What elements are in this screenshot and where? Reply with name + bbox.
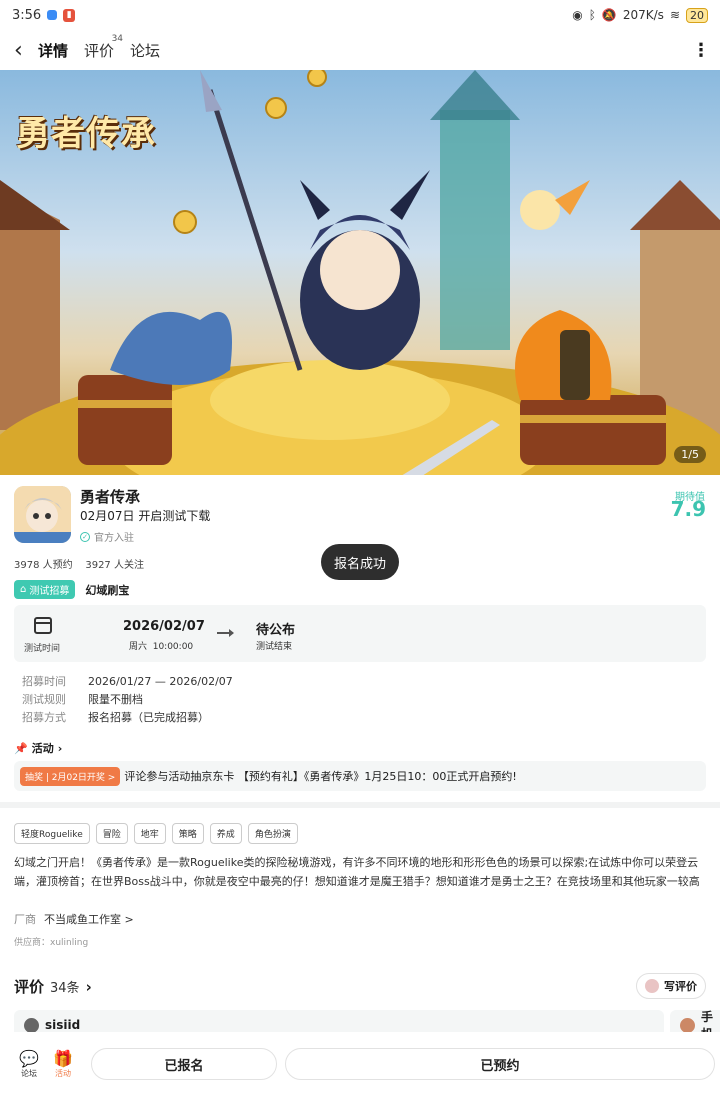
game-title: 勇者传承 xyxy=(80,488,141,506)
user-avatar xyxy=(645,979,659,993)
back-chevron-icon[interactable]: ‹ xyxy=(14,38,36,63)
lottery-tag: 抽奖 | 2月02日开奖 > xyxy=(20,766,121,786)
eye-icon: ◉ xyxy=(572,8,583,22)
reserved-button[interactable]: 已预约 xyxy=(285,1048,715,1080)
test-end-value: 待公布 xyxy=(256,623,296,638)
detail-key: 招募时间 xyxy=(22,675,66,688)
hero-banner[interactable]: 勇者传承 1/5 xyxy=(0,70,720,475)
detail-key: 招募方式 xyxy=(22,711,66,724)
genre-tag[interactable]: 策略 xyxy=(171,823,204,844)
write-review-button[interactable]: 写评价 xyxy=(636,973,706,999)
genre-tag[interactable]: 养成 xyxy=(209,823,242,844)
recruit-tag: ⌂ 测试招募 xyxy=(14,580,76,599)
developer-row[interactable]: 厂商 不当咸鱼工作室 > xyxy=(14,911,134,927)
reviews-heading[interactable]: 评价 34条 › xyxy=(14,976,92,997)
battery-icon: 20 xyxy=(686,7,708,23)
developer-label: 厂商 xyxy=(14,913,36,926)
tab-reviews-label: 评价 xyxy=(84,41,115,60)
activity-button[interactable]: 🎁 活动 xyxy=(48,1048,78,1079)
app-notification-icon: ▮ xyxy=(63,8,76,22)
tab-reviews[interactable]: 评价 34 xyxy=(84,34,123,61)
genre-tag[interactable]: 轻度Roguelike xyxy=(14,823,90,844)
top-nav: ‹ 详情 评价 34 论坛 ⋮ xyxy=(0,30,720,70)
test-date-line: 02月07日 开启测试下载 xyxy=(80,509,211,523)
genre-tag[interactable]: 角色扮演 xyxy=(247,823,298,844)
activity-heading-label: 活动 xyxy=(31,742,54,755)
wifi-icon: ≋ xyxy=(669,8,680,22)
detail-value: 限量不删档 xyxy=(88,693,143,706)
test-time-card: 测试时间 2026/02/07 周六 10:00:00 待公布 测试结束 xyxy=(14,605,706,662)
calendar-icon xyxy=(34,617,52,634)
test-time-label: 测试时间 xyxy=(24,644,61,654)
verified-icon: ✓ xyxy=(80,531,90,542)
gift-icon: 🎁 xyxy=(53,1048,73,1068)
game-logo: 勇者传承 xyxy=(16,114,156,154)
net-speed: 207K/s xyxy=(622,8,664,22)
detail-key: 测试规则 xyxy=(22,693,66,706)
genre-tag[interactable]: 冒险 xyxy=(95,823,128,844)
mute-icon: 🔕 xyxy=(601,8,617,22)
forum-label: 论坛 xyxy=(21,1068,37,1078)
lock-icon: ⌂ xyxy=(20,584,27,595)
recruit-detail-row: 招募时间 2026/01/27 — 2026/02/07 xyxy=(22,672,233,690)
reservation-stats: 3978 人预约 3927 人关注 xyxy=(14,560,144,571)
recruit-details: 招募时间 2026/01/27 — 2026/02/07 测试规则 限量不删档 … xyxy=(22,672,233,726)
avatar xyxy=(24,1017,39,1033)
more-vertical-icon[interactable]: ⋮ xyxy=(692,40,710,61)
supplier-line: 供应商：xulinling xyxy=(14,938,89,948)
status-time: 3:56 xyxy=(12,7,42,23)
activity-text: 评论参与活动抽京东卡 【预约有礼】《勇者传承》1月25日10：00正式开启预约! xyxy=(124,770,517,783)
banner-page-indicator: 1/5 xyxy=(674,446,706,463)
signed-up-button[interactable]: 已报名 xyxy=(91,1048,277,1080)
status-bar: 3:56 ▮ ◉ ᛒ 🔕 207K/s ≋ 20 xyxy=(0,0,720,30)
activity-heading[interactable]: 📌 活动 › xyxy=(14,740,62,756)
recruit-tag-label: 测试招募 xyxy=(29,586,70,597)
shield-icon xyxy=(47,10,58,20)
signup-success-toast: 报名成功 xyxy=(321,544,399,580)
activity-label: 活动 xyxy=(55,1068,71,1078)
official-label: 官方入驻 xyxy=(94,533,134,544)
tab-forum[interactable]: 论坛 xyxy=(130,40,160,61)
reviews-count: 34条 xyxy=(50,981,80,996)
game-icon xyxy=(14,486,71,543)
expectation-score: 7.9 xyxy=(670,497,706,521)
section-divider xyxy=(0,802,720,808)
arrow-right-icon xyxy=(217,629,234,637)
developer-name: 不当咸鱼工作室 > xyxy=(44,913,134,926)
recruit-name: 幻域刷宝 xyxy=(85,583,130,597)
genre-tag[interactable]: 地牢 xyxy=(133,823,166,844)
detail-value: 2026/01/27 — 2026/02/07 xyxy=(88,674,233,688)
avatar xyxy=(680,1017,695,1033)
detail-value: 报名招募（已完成招募） xyxy=(88,711,209,724)
genre-tags: 轻度Roguelike 冒险 地牢 策略 养成 角色扮演 xyxy=(14,823,298,844)
recruit-detail-row: 测试规则 限量不删档 xyxy=(22,690,233,708)
pin-icon: 📌 xyxy=(14,741,28,755)
review-username: sisiid xyxy=(45,1018,81,1032)
game-description[interactable]: 幻域之门开启！《勇者传承》是一款Roguelike类的探险秘境游戏，有许多不同环… xyxy=(14,853,706,891)
write-review-label: 写评价 xyxy=(664,980,697,993)
forum-button[interactable]: 💬 论坛 xyxy=(14,1048,44,1079)
recruit-detail-row: 招募方式 报名招募（已完成招募） xyxy=(22,708,233,726)
tab-reviews-badge: 34 xyxy=(111,33,124,44)
activity-card[interactable]: 抽奖 | 2月02日开奖 > 评论参与活动抽京东卡 【预约有礼】《勇者传承》1月… xyxy=(14,761,706,791)
bottom-action-bar: 💬 论坛 🎁 活动 已报名 已预约 xyxy=(0,1032,720,1096)
test-start-time: 周六 10:00:00 xyxy=(129,642,194,652)
tab-details[interactable]: 详情 xyxy=(38,40,69,61)
chat-bubble-icon: 💬 xyxy=(19,1048,39,1068)
test-start-date: 2026/02/07 xyxy=(123,619,205,634)
reviews-title: 评价 xyxy=(14,978,45,996)
official-badge: ✓ 官方入驻 xyxy=(80,529,134,544)
chevron-right-icon: › xyxy=(85,977,92,996)
recruit-header: ⌂ 测试招募 幻域刷宝 xyxy=(14,580,129,599)
chevron-right-icon: › xyxy=(57,741,63,755)
test-end-label: 测试结束 xyxy=(256,642,293,652)
bluetooth-icon: ᛒ xyxy=(588,8,596,22)
